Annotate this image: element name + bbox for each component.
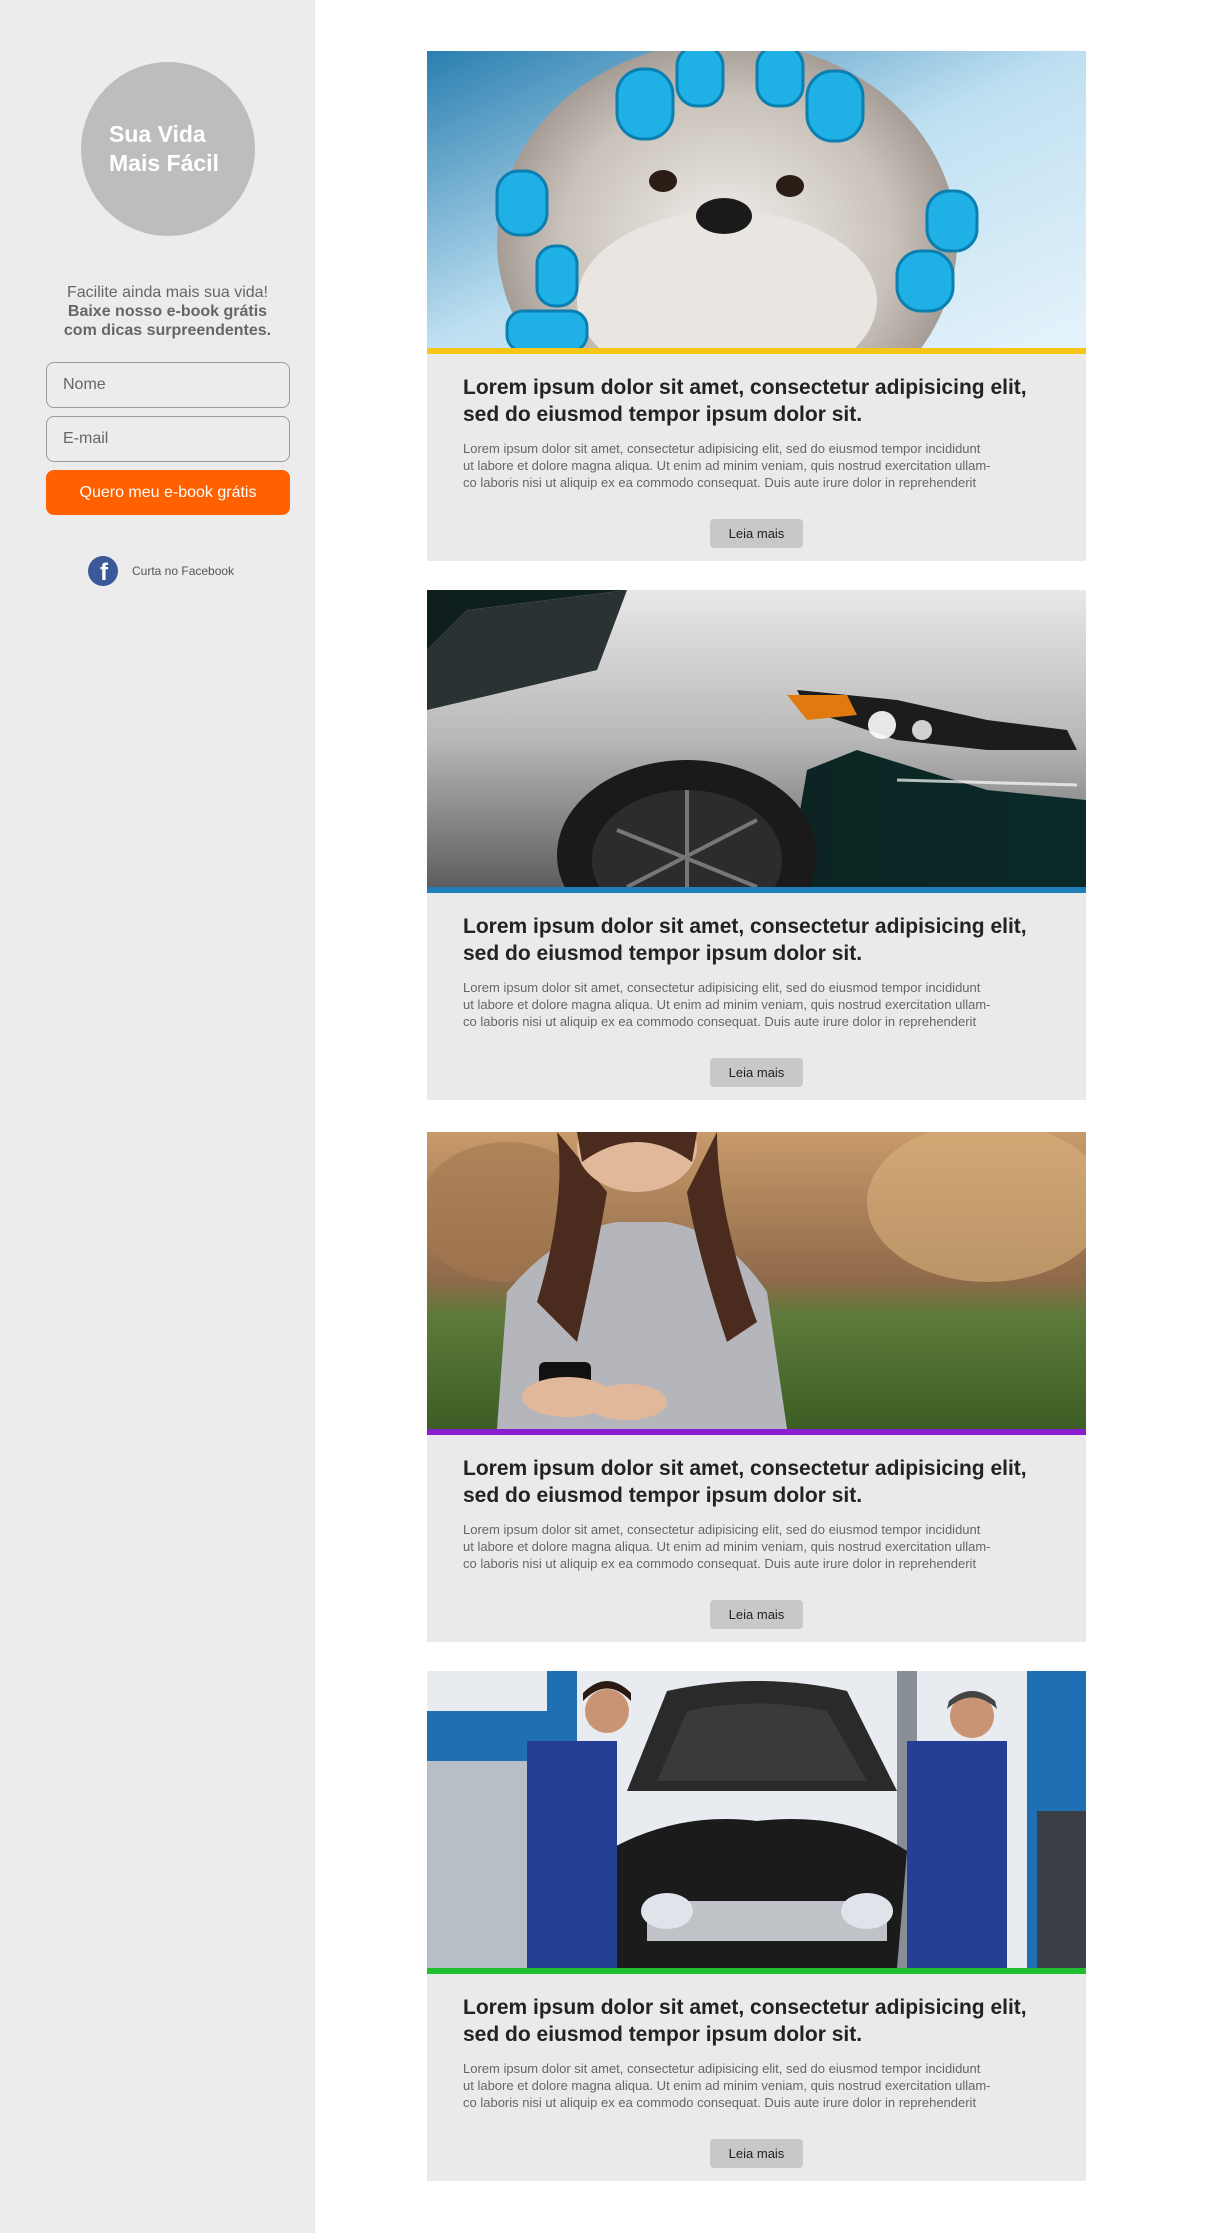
dog-with-hair-curlers-image[interactable] [427, 51, 1086, 348]
card-excerpt-line-3: co laboris nisi ut aliquip ex ea commodo… [463, 2095, 977, 2110]
email-input[interactable] [46, 416, 290, 462]
card-body: Lorem ipsum dolor sit amet, consectetur … [427, 1974, 1086, 2181]
card-title-line-2: sed do eiusmod tempor ipsum dolor sit. [463, 942, 863, 965]
silver-car-headlight-image[interactable] [427, 590, 1086, 887]
facebook-icon-glyph: f [100, 559, 108, 586]
card-excerpt-line-2: ut labore et dolore magna aliqua. Ut eni… [463, 1539, 991, 1554]
promo-bold-line-2: com dicas surpreendentes. [63, 322, 272, 339]
card-excerpt-line-3: co laboris nisi ut aliquip ex ea commodo… [463, 1014, 977, 1029]
ebook-submit-button[interactable]: Quero meu e-book grátis [46, 470, 290, 515]
read-more-button[interactable]: Leia mais [710, 519, 803, 548]
sidebar: Sua Vida Mais Fácil Facilite ainda mais … [0, 0, 315, 2233]
read-more-button[interactable]: Leia mais [710, 2139, 803, 2168]
facebook-like-link[interactable]: f Curta no Facebook [88, 556, 234, 586]
card-excerpt-line-3: co laboris nisi ut aliquip ex ea commodo… [463, 475, 977, 490]
article-card: Lorem ipsum dolor sit amet, consectetur … [427, 51, 1086, 561]
article-card: Lorem ipsum dolor sit amet, consectetur … [427, 1671, 1086, 2181]
card-excerpt-line-2: ut labore et dolore magna aliqua. Ut eni… [463, 997, 991, 1012]
read-more-button[interactable]: Leia mais [710, 1058, 803, 1087]
name-input[interactable] [46, 362, 290, 408]
card-title[interactable]: Lorem ipsum dolor sit amet, consectetur … [463, 1455, 1050, 1509]
facebook-label: Curta no Facebook [132, 564, 235, 578]
logo[interactable]: Sua Vida Mais Fácil [81, 62, 255, 236]
card-title-line-2: sed do eiusmod tempor ipsum dolor sit. [463, 1484, 863, 1507]
facebook-icon: f [88, 556, 118, 586]
card-title-line-1: Lorem ipsum dolor sit amet, consectetur … [463, 1457, 1027, 1480]
logo-line-2: Mais Fácil [109, 150, 219, 176]
card-body: Lorem ipsum dolor sit amet, consectetur … [427, 1435, 1086, 1642]
card-excerpt: Lorem ipsum dolor sit amet, consectetur … [463, 979, 1050, 1030]
card-excerpt-line-1: Lorem ipsum dolor sit amet, consectetur … [463, 2061, 981, 2076]
card-body: Lorem ipsum dolor sit amet, consectetur … [427, 893, 1086, 1100]
card-title-line-1: Lorem ipsum dolor sit amet, consectetur … [463, 915, 1027, 938]
card-excerpt: Lorem ipsum dolor sit amet, consectetur … [463, 1521, 1050, 1572]
card-title-line-1: Lorem ipsum dolor sit amet, consectetur … [463, 376, 1027, 399]
logo-text: Sua Vida Mais Fácil [109, 120, 219, 178]
card-excerpt-line-1: Lorem ipsum dolor sit amet, consectetur … [463, 441, 981, 456]
card-excerpt-line-1: Lorem ipsum dolor sit amet, consectetur … [463, 980, 981, 995]
promo-text: Facilite ainda mais sua vida! Baixe noss… [20, 283, 315, 340]
card-excerpt: Lorem ipsum dolor sit amet, consectetur … [463, 440, 1050, 491]
mechanics-with-car-image[interactable] [427, 1671, 1086, 1968]
read-more-button[interactable]: Leia mais [710, 1600, 803, 1629]
card-title[interactable]: Lorem ipsum dolor sit amet, consectetur … [463, 913, 1050, 967]
promo-line: Facilite ainda mais sua vida! [67, 284, 268, 301]
card-title-line-2: sed do eiusmod tempor ipsum dolor sit. [463, 2023, 863, 2046]
card-title[interactable]: Lorem ipsum dolor sit amet, consectetur … [463, 1994, 1050, 2048]
card-excerpt-line-2: ut labore et dolore magna aliqua. Ut eni… [463, 458, 991, 473]
card-excerpt: Lorem ipsum dolor sit amet, consectetur … [463, 2060, 1050, 2111]
card-body: Lorem ipsum dolor sit amet, consectetur … [427, 354, 1086, 561]
card-title-line-1: Lorem ipsum dolor sit amet, consectetur … [463, 1996, 1027, 2019]
card-excerpt-line-3: co laboris nisi ut aliquip ex ea commodo… [463, 1556, 977, 1571]
card-excerpt-line-2: ut labore et dolore magna aliqua. Ut eni… [463, 2078, 991, 2093]
article-card: Lorem ipsum dolor sit amet, consectetur … [427, 1132, 1086, 1642]
promo-bold-line-1: Baixe nosso e-book grátis [67, 303, 268, 320]
page: Sua Vida Mais Fácil Facilite ainda mais … [0, 0, 1218, 2233]
card-title[interactable]: Lorem ipsum dolor sit amet, consectetur … [463, 374, 1050, 428]
woman-with-phone-image[interactable] [427, 1132, 1086, 1429]
article-card: Lorem ipsum dolor sit amet, consectetur … [427, 590, 1086, 1100]
card-title-line-2: sed do eiusmod tempor ipsum dolor sit. [463, 403, 863, 426]
card-excerpt-line-1: Lorem ipsum dolor sit amet, consectetur … [463, 1522, 981, 1537]
logo-line-1: Sua Vida [109, 121, 206, 147]
